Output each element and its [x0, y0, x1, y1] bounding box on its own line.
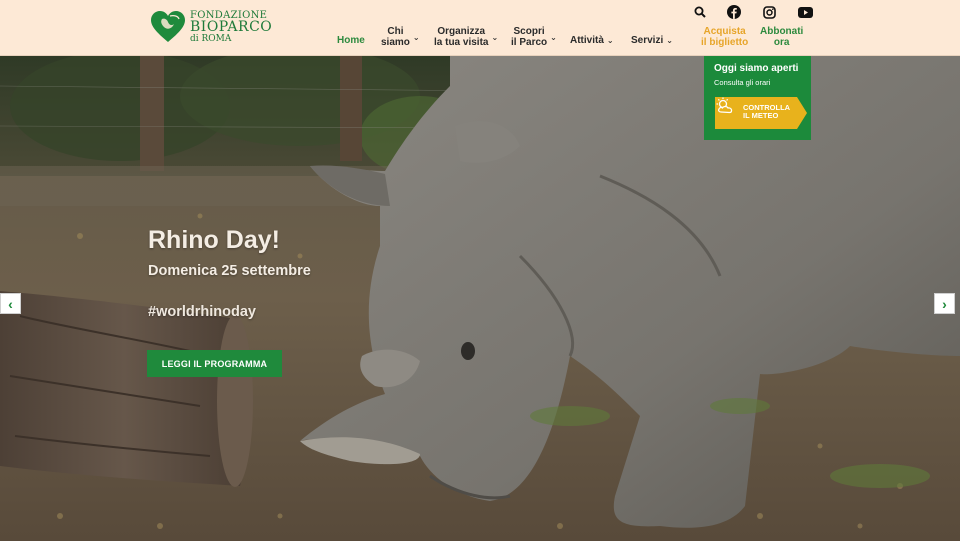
slider-prev-button[interactable]: ‹ [0, 293, 21, 314]
search-icon[interactable] [690, 4, 710, 20]
nav-sub-line2: ora [773, 37, 790, 48]
facebook-icon[interactable] [724, 4, 744, 20]
opening-hours-link[interactable]: Consulta gli orari [714, 78, 801, 87]
nav-subscribe[interactable]: Abbonati ora [760, 26, 803, 48]
chevron-down-icon: ⌄ [550, 32, 557, 42]
weather-sun-cloud-icon [716, 97, 733, 114]
nav-organizza[interactable]: Organizza la tua visita ⌄ [434, 26, 498, 48]
nav-chi-line1: Chi [387, 26, 404, 37]
weather-button-label: CONTROLLA IL METEO [743, 104, 803, 120]
nav-scopri-line2: il Parco [511, 37, 548, 48]
nav-sub-line1: Abbonati [760, 26, 804, 37]
chevron-down-icon: ⌄ [666, 36, 673, 45]
nav-servizi[interactable]: Servizi ⌄ [631, 35, 673, 46]
weather-button[interactable]: CONTROLLA IL METEO [715, 97, 807, 129]
nav-attivita[interactable]: Attività ⌄ [570, 35, 614, 46]
nav-scopri-line1: Scopri [513, 26, 545, 37]
hero-hashtag: #worldrhinoday [148, 304, 256, 320]
hero-slider: Rhino Day! Domenica 25 settembre #worldr… [0, 56, 960, 541]
nav-ticket-line1: Acquista [703, 26, 746, 37]
nav-org-line2: la tua visita [434, 37, 489, 48]
chevron-left-icon: ‹ [8, 295, 13, 312]
nav-buy-ticket-label: Acquista il biglietto [701, 26, 748, 48]
nav-chi-siamo-label: Chi siamo [381, 26, 410, 48]
logo-text: FONDAZIONE BIOPARCO di ROMA [190, 10, 273, 44]
chevron-right-icon: › [942, 295, 947, 312]
slider-next-button[interactable]: › [934, 293, 955, 314]
hero-subtitle: Domenica 25 settembre [148, 263, 311, 279]
youtube-icon[interactable] [795, 4, 815, 20]
nav-scopri-label: Scopri il Parco [511, 26, 547, 48]
chevron-down-icon: ⌄ [491, 32, 499, 42]
site-header: FONDAZIONE BIOPARCO di ROMA Home Chi siam… [0, 0, 960, 56]
nav-chi-line2: siamo [381, 37, 410, 48]
instagram-icon[interactable] [759, 4, 779, 20]
nav-scopri[interactable]: Scopri il Parco ⌄ [511, 26, 557, 48]
logo-line-3: di ROMA [190, 33, 232, 44]
nav-home[interactable]: Home [337, 35, 365, 46]
hero-title: Rhino Day! [148, 226, 280, 254]
nav-attivita-label: Attività [570, 35, 604, 46]
open-today-title: Oggi siamo aperti [714, 63, 799, 74]
nav-org-line1: Organizza [437, 26, 486, 37]
nav-subscribe-label: Abbonati ora [760, 26, 803, 48]
chevron-down-icon: ⌄ [412, 32, 420, 42]
nav-chi-siamo[interactable]: Chi siamo ⌄ [381, 26, 420, 48]
chevron-down-icon: ⌄ [606, 36, 614, 45]
opening-info-box: Oggi siamo aperti Consulta gli orari CON… [704, 56, 811, 140]
nav-buy-ticket[interactable]: Acquista il biglietto [701, 26, 748, 48]
nav-home-label: Home [337, 35, 365, 46]
read-program-button[interactable]: LEGGI IL PROGRAMMA [147, 350, 282, 377]
nav-ticket-line2: il biglietto [701, 37, 749, 48]
rhino-photo [0, 56, 960, 541]
bioparco-logo[interactable]: FONDAZIONE BIOPARCO di ROMA [150, 10, 272, 44]
weather-label-line2: IL METEO [743, 111, 779, 120]
heart-logo-icon [151, 11, 185, 42]
nav-servizi-label: Servizi [631, 35, 664, 46]
nav-organizza-label: Organizza la tua visita [434, 26, 488, 48]
logo-line-2: BIOPARCO [190, 18, 273, 35]
